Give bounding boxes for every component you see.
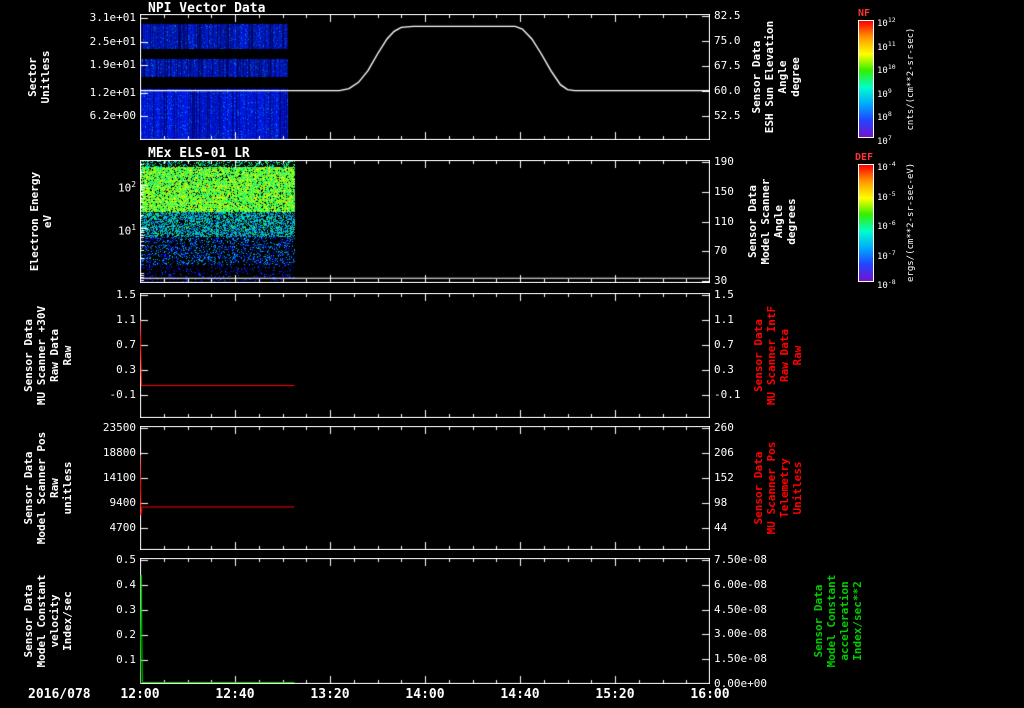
y-axis-label-left: Sensor Data (22, 558, 35, 684)
y-axis-label-left: Electron Energy (28, 160, 41, 283)
y-axis-label-right: Model Scanner (759, 160, 772, 283)
y-axis-label-left: eV (41, 160, 54, 283)
y-axis-label-right: Model Constant (825, 558, 838, 684)
colorbar-tick-label: 10-7 (877, 248, 896, 259)
colorbar-units: cnts/(cm**2-sr-sec) (906, 20, 919, 138)
y-axis-label-right: Raw (791, 293, 804, 418)
y-axis-label-right: Sensor Data (750, 14, 763, 140)
y-axis-label-left: Sensor Data (22, 426, 35, 550)
x-tick-label: 13:20 (300, 687, 360, 702)
colorbar-units: ergs/(cm**2-sr-sec-eV) (906, 164, 919, 282)
panel-0-plot-area (140, 14, 710, 140)
y-axis-label-right: Sensor Data (752, 293, 765, 418)
y-tick-label-left: 3.1e+01 (0, 11, 136, 25)
y-axis-label-right: ESH Sun Elevation (763, 14, 776, 140)
x-tick-label: 14:00 (395, 687, 455, 702)
y-axis-label-right: Angle (772, 160, 785, 283)
x-tick-label: 16:00 (680, 687, 740, 702)
y-tick-label-left: 1.2e+01 (0, 86, 136, 100)
y-axis-label-left: Sector (26, 14, 39, 140)
colorbar-tick-label: 107 (877, 133, 892, 144)
x-tick-label: 14:40 (490, 687, 550, 702)
y-axis-label-left: Model Scanner Pos (35, 426, 48, 550)
y-axis-label-right: Raw Data (778, 293, 791, 418)
y-axis-label-left: Index/sec (61, 558, 74, 684)
y-axis-label-right: Sensor Data (746, 160, 759, 283)
y-tick-label-left: 1.9e+01 (0, 58, 136, 72)
y-axis-label-right: MU Scanner IntF (765, 293, 778, 418)
colorbar-def (858, 164, 874, 282)
colorbar-tick-label: 108 (877, 109, 892, 120)
y-tick-label-left: 101 (0, 221, 136, 235)
y-axis-label-right: acceleration (838, 558, 851, 684)
y-axis-label-left: Model Constant (35, 558, 48, 684)
y-tick-label-right: 4.50e-08 (714, 603, 814, 617)
y-axis-label-right: Angle (776, 14, 789, 140)
y-axis-label-right: Sensor Data (752, 426, 765, 550)
panel-title-mex-els: MEx ELS-01 LR (148, 146, 250, 161)
y-axis-label-left: Raw (61, 293, 74, 418)
plot-page: NPI Vector Data MEx ELS-01 LR 2016/078 N… (0, 0, 1024, 708)
colorbar-nf-title: NF (858, 8, 870, 19)
x-tick-label: 12:00 (110, 687, 170, 702)
panel-2-plot-area (140, 293, 710, 418)
y-tick-label-right: 6.00e-08 (714, 578, 814, 592)
colorbar-tick-label: 109 (877, 86, 892, 97)
panel-1-plot-area (140, 160, 710, 283)
y-axis-label-right: Unitless (791, 426, 804, 550)
colorbar-tick-label: 1011 (877, 39, 896, 50)
y-tick-label-right: 7.50e-08 (714, 553, 814, 567)
y-axis-label-right: degrees (785, 160, 798, 283)
panel-4-plot-area (140, 558, 710, 684)
colorbar-tick-label: 1012 (877, 15, 896, 26)
y-axis-label-left: Raw (48, 426, 61, 550)
date-label: 2016/078 (28, 687, 91, 702)
y-axis-label-left: Sensor Data (22, 293, 35, 418)
y-axis-label-right: Telemetry (778, 426, 791, 550)
y-axis-label-right: Index/sec**2 (851, 558, 864, 684)
y-axis-label-left: velocity (48, 558, 61, 684)
colorbar-tick-label: 10-6 (877, 218, 896, 229)
panel-3-plot-area (140, 426, 710, 550)
y-axis-label-left: unitless (61, 426, 74, 550)
y-axis-label-left: MU Scanner +30V (35, 293, 48, 418)
y-tick-label-left: 2.5e+01 (0, 35, 136, 49)
colorbar-tick-label: 10-8 (877, 277, 896, 288)
y-tick-label-left: 6.2e+00 (0, 109, 136, 123)
colorbar-tick-label: 1010 (877, 62, 896, 73)
y-axis-label-left: Raw Data (48, 293, 61, 418)
x-tick-label: 15:20 (585, 687, 645, 702)
y-tick-label-left: 102 (0, 178, 136, 192)
colorbar-tick-label: 10-4 (877, 159, 896, 170)
y-tick-label-right: 1.50e-08 (714, 652, 814, 666)
colorbar-tick-label: 10-5 (877, 189, 896, 200)
y-axis-label-right: MU Scanner Pos (765, 426, 778, 550)
colorbar-def-title: DEF (855, 152, 873, 163)
y-axis-label-right: Sensor Data (812, 558, 825, 684)
x-tick-label: 12:40 (205, 687, 265, 702)
colorbar-nf (858, 20, 874, 138)
y-axis-label-right: degree (789, 14, 802, 140)
y-tick-label-right: 3.00e-08 (714, 627, 814, 641)
y-axis-label-left: Unitless (39, 14, 52, 140)
